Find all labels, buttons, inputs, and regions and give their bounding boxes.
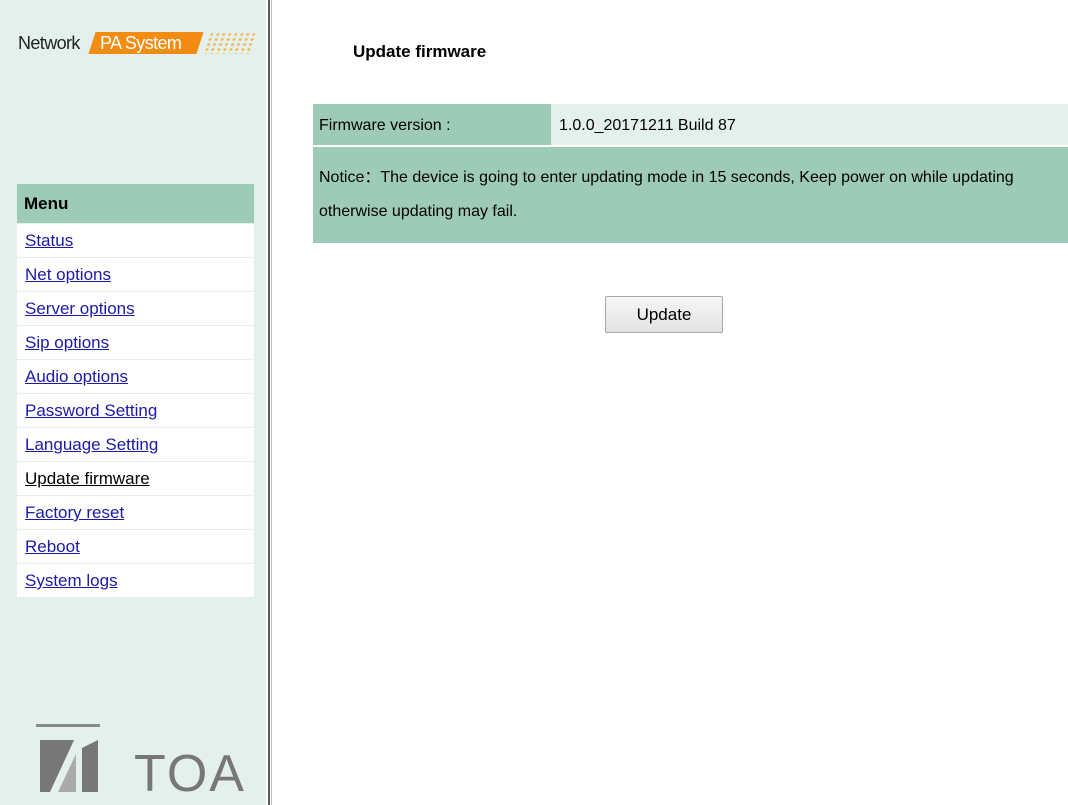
menu-header: Menu: [17, 184, 254, 223]
sidebar-link-sip-options[interactable]: Sip options: [25, 333, 109, 352]
sidebar-item-password-setting: Password Setting: [17, 394, 254, 427]
sidebar-link-audio-options[interactable]: Audio options: [25, 367, 128, 386]
sidebar-link-server-options[interactable]: Server options: [25, 299, 135, 318]
update-notice: Notice：The device is going to enter upda…: [313, 147, 1068, 243]
brand-dots-decoration: [202, 32, 258, 54]
sidebar-menu: Status Net options Server options Sip op…: [17, 224, 254, 598]
firmware-version-row: Firmware version : 1.0.0_20171211 Build …: [313, 104, 1068, 145]
toa-logo: TOA: [36, 724, 244, 803]
sidebar-link-system-logs[interactable]: System logs: [25, 571, 118, 590]
toa-logo-icon: [36, 724, 100, 792]
brand-pa-text: PA System: [100, 33, 182, 53]
sidebar-item-reboot: Reboot: [17, 530, 254, 563]
sidebar-link-net-options[interactable]: Net options: [25, 265, 111, 284]
sidebar-item-sip-options: Sip options: [17, 326, 254, 359]
sidebar-link-factory-reset[interactable]: Factory reset: [25, 503, 124, 522]
sidebar-divider: [266, 0, 274, 805]
page-title: Update firmware: [353, 42, 487, 61]
sidebar-link-status[interactable]: Status: [25, 231, 73, 250]
sidebar-link-reboot[interactable]: Reboot: [25, 537, 80, 556]
sidebar-link-password-setting[interactable]: Password Setting: [25, 401, 157, 420]
sidebar-item-update-firmware: Update firmware: [17, 462, 254, 495]
sidebar-link-update-firmware[interactable]: Update firmware: [25, 469, 150, 488]
toa-logo-text: TOA: [134, 745, 246, 803]
sidebar-link-language-setting[interactable]: Language Setting: [25, 435, 158, 454]
update-button[interactable]: Update: [605, 296, 723, 333]
sidebar-item-status: Status: [17, 224, 254, 257]
sidebar-item-server-options: Server options: [17, 292, 254, 325]
sidebar-item-factory-reset: Factory reset: [17, 496, 254, 529]
sidebar: Network PA System Menu Status Net option…: [0, 0, 266, 805]
sidebar-item-net-options: Net options: [17, 258, 254, 291]
firmware-version-label: Firmware version :: [313, 104, 551, 145]
sidebar-item-language-setting: Language Setting: [17, 428, 254, 461]
brand-network-text: Network: [18, 33, 80, 53]
firmware-version-value: 1.0.0_20171211 Build 87: [551, 104, 1068, 145]
sidebar-item-audio-options: Audio options: [17, 360, 254, 393]
sidebar-item-system-logs: System logs: [17, 564, 254, 597]
brand-logo: Network PA System: [18, 29, 258, 57]
